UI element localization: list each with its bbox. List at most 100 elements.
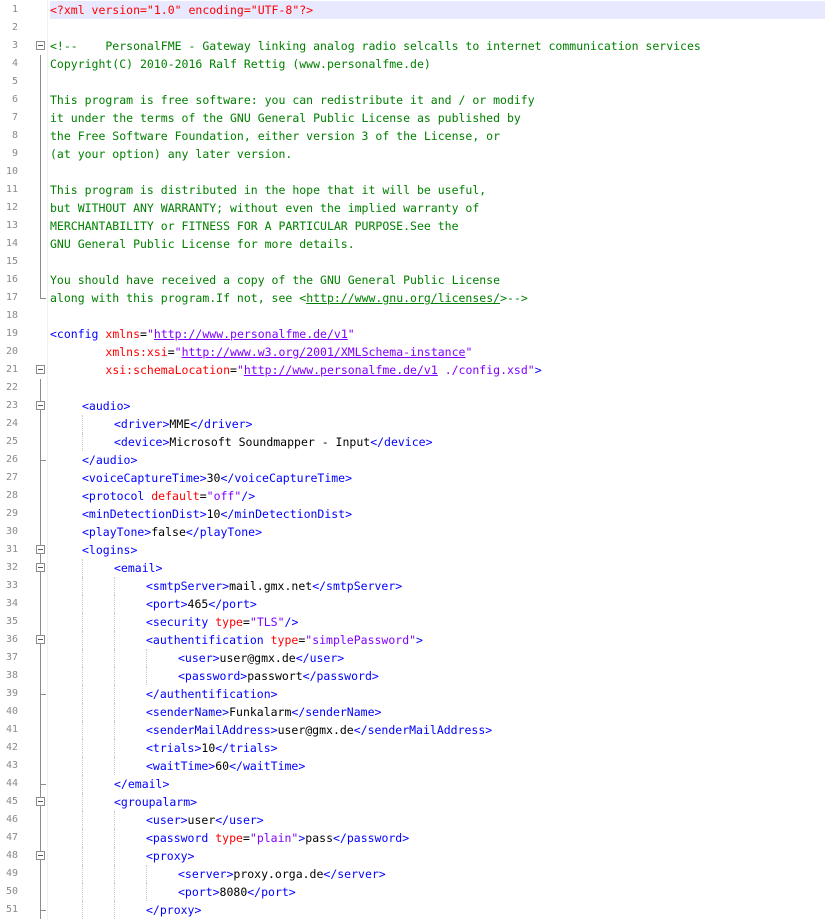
code-line[interactable]: <port>8080</port> bbox=[50, 883, 825, 901]
code-line[interactable]: it under the terms of the GNU General Pu… bbox=[50, 109, 825, 127]
code-line[interactable]: <password>passwort</password> bbox=[50, 667, 825, 685]
indent-guide bbox=[114, 649, 115, 667]
code-line[interactable]: </email> bbox=[50, 775, 825, 793]
fold-minus-icon[interactable] bbox=[36, 635, 45, 644]
code-line[interactable]: <waitTime>60</waitTime> bbox=[50, 757, 825, 775]
code-line[interactable]: but WITHOUT ANY WARRANTY; without even t… bbox=[50, 199, 825, 217]
fold-minus-icon[interactable] bbox=[36, 41, 45, 50]
code-line[interactable]: This program is free software: you can r… bbox=[50, 91, 825, 109]
code-line[interactable]: <minDetectionDist>10</minDetectionDist> bbox=[50, 505, 825, 523]
code-text: <authentification type="simplePassword"> bbox=[146, 631, 423, 649]
gutter-separator bbox=[47, 0, 48, 920]
code-line[interactable] bbox=[50, 307, 825, 325]
code-line[interactable]: <user>user</user> bbox=[50, 811, 825, 829]
line-number: 36 bbox=[5, 634, 18, 645]
code-line[interactable]: <audio> bbox=[50, 397, 825, 415]
code-line[interactable]: <user>user@gmx.de</user> bbox=[50, 649, 825, 667]
token-text: 465 bbox=[187, 597, 209, 611]
current-code-line[interactable]: <?xml version="1.0" encoding="UTF-8"?> bbox=[50, 1, 825, 19]
code-line[interactable]: You should have received a copy of the G… bbox=[50, 271, 825, 289]
code-line[interactable]: <server>proxy.orga.de</server> bbox=[50, 865, 825, 883]
line-number: 13 bbox=[5, 220, 18, 231]
code-line[interactable]: <playTone>false</playTone> bbox=[50, 523, 825, 541]
code-line[interactable]: <authentification type="simplePassword"> bbox=[50, 631, 825, 649]
code-line[interactable]: <email> bbox=[50, 559, 825, 577]
code-line[interactable]: <smtpServer>mail.gmx.net</smtpServer> bbox=[50, 577, 825, 595]
code-line[interactable] bbox=[50, 73, 825, 91]
code-line[interactable]: This program is distributed in the hope … bbox=[50, 181, 825, 199]
fold-minus-icon[interactable] bbox=[36, 401, 45, 410]
code-line[interactable]: (at your option) any later version. bbox=[50, 145, 825, 163]
code-line[interactable]: <protocol default="off"/> bbox=[50, 487, 825, 505]
line-number: 25 bbox=[5, 436, 18, 447]
code-text: <email> bbox=[114, 559, 162, 577]
fold-minus-icon[interactable] bbox=[36, 545, 45, 554]
token-url[interactable]: http://www.personalfme.de/v1 bbox=[244, 363, 438, 377]
token-tag: <voiceCaptureTime> bbox=[82, 471, 207, 485]
code-line[interactable]: </proxy> bbox=[50, 901, 825, 919]
code-line[interactable]: <driver>MME</driver> bbox=[50, 415, 825, 433]
indent-guide bbox=[114, 667, 115, 685]
code-text: <waitTime>60</waitTime> bbox=[146, 757, 305, 775]
code-line[interactable]: Copyright(C) 2010-2016 Ralf Rettig (www.… bbox=[50, 55, 825, 73]
line-number: 20 bbox=[5, 346, 18, 357]
code-line[interactable]: <senderName>Funkalarm</senderName> bbox=[50, 703, 825, 721]
line-number: 9 bbox=[11, 148, 18, 159]
code-line[interactable]: <proxy> bbox=[50, 847, 825, 865]
token-tag: </proxy> bbox=[146, 903, 202, 917]
token-val: "off" bbox=[206, 489, 242, 503]
code-line[interactable] bbox=[50, 19, 825, 37]
token-url[interactable]: http://www.w3.org/2001/XMLSchema-instanc… bbox=[182, 345, 466, 359]
code-line[interactable]: <senderMailAddress>user@gmx.de</senderMa… bbox=[50, 721, 825, 739]
fold-minus-icon[interactable] bbox=[36, 851, 45, 860]
code-text: </audio> bbox=[82, 451, 137, 469]
token-url[interactable]: http://www.personalfme.de/v1 bbox=[154, 327, 348, 341]
fold-minus-icon[interactable] bbox=[36, 797, 45, 806]
code-line[interactable]: <trials>10</trials> bbox=[50, 739, 825, 757]
fold-minus-icon[interactable] bbox=[36, 563, 45, 572]
code-line[interactable]: <groupalarm> bbox=[50, 793, 825, 811]
code-line[interactable]: <logins> bbox=[50, 541, 825, 559]
line-number: 38 bbox=[5, 670, 18, 681]
code-line[interactable] bbox=[50, 253, 825, 271]
token-text: user@gmx.de bbox=[277, 723, 354, 737]
token-tag: <groupalarm> bbox=[114, 795, 198, 809]
code-line[interactable]: <voiceCaptureTime>30</voiceCaptureTime> bbox=[50, 469, 825, 487]
code-line[interactable] bbox=[50, 163, 825, 181]
token-tag: </password> bbox=[333, 831, 410, 845]
code-line[interactable]: </audio> bbox=[50, 451, 825, 469]
code-line[interactable]: along with this program.If not, see <htt… bbox=[50, 289, 825, 307]
code-text: the Free Software Foundation, either ver… bbox=[50, 127, 500, 145]
code-line[interactable]: <config xmlns="http://www.personalfme.de… bbox=[50, 325, 825, 343]
code-line[interactable] bbox=[50, 379, 825, 397]
code-editor[interactable]: 1 2 3 4 5 6 7 8 9 10 11 12 13 14 15 16 17 18 19 20 21 22 23 24 2… bbox=[0, 0, 825, 920]
code-line[interactable]: the Free Software Foundation, either ver… bbox=[50, 127, 825, 145]
token-tag: <server> bbox=[178, 867, 234, 881]
code-line[interactable]: <device>Microsoft Soundmapper - Input</d… bbox=[50, 433, 825, 451]
token-tag: <password> bbox=[178, 669, 248, 683]
code-line[interactable]: xmlns:xsi="http://www.w3.org/2001/XMLSch… bbox=[50, 343, 825, 361]
token-eq: = bbox=[199, 489, 207, 503]
indent-guide bbox=[82, 433, 83, 451]
code-line[interactable]: <password type="plain">pass</password> bbox=[50, 829, 825, 847]
code-line[interactable]: MERCHANTABILITY or FITNESS FOR A PARTICU… bbox=[50, 217, 825, 235]
fold-minus-icon[interactable] bbox=[36, 365, 45, 374]
line-number: 26 bbox=[5, 454, 18, 465]
token-text: proxy.orga.de bbox=[233, 867, 324, 881]
token-text: false bbox=[151, 525, 186, 539]
code-line[interactable]: <!-- PersonalFME - Gateway linking analo… bbox=[50, 37, 825, 55]
text-area[interactable]: <?xml version="1.0" encoding="UTF-8"?> <!… bbox=[50, 0, 825, 920]
token-tag: <minDetectionDist> bbox=[82, 507, 207, 521]
code-line[interactable]: <security type="TLS"/> bbox=[50, 613, 825, 631]
token-val: " bbox=[465, 345, 473, 359]
line-number: 44 bbox=[5, 778, 18, 789]
token-cmturl[interactable]: http://www.gnu.org/licenses/ bbox=[306, 291, 500, 305]
code-line[interactable]: <port>465</port> bbox=[50, 595, 825, 613]
token-attr: default bbox=[151, 489, 200, 503]
code-line[interactable]: GNU General Public License for more deta… bbox=[50, 235, 825, 253]
token-tag: </trials> bbox=[215, 741, 278, 755]
token-comment: >--> bbox=[500, 291, 528, 305]
code-line[interactable]: </authentification> bbox=[50, 685, 825, 703]
token-attr: type bbox=[215, 615, 243, 629]
code-line[interactable]: xsi:schemaLocation="http://www.personalf… bbox=[50, 361, 825, 379]
